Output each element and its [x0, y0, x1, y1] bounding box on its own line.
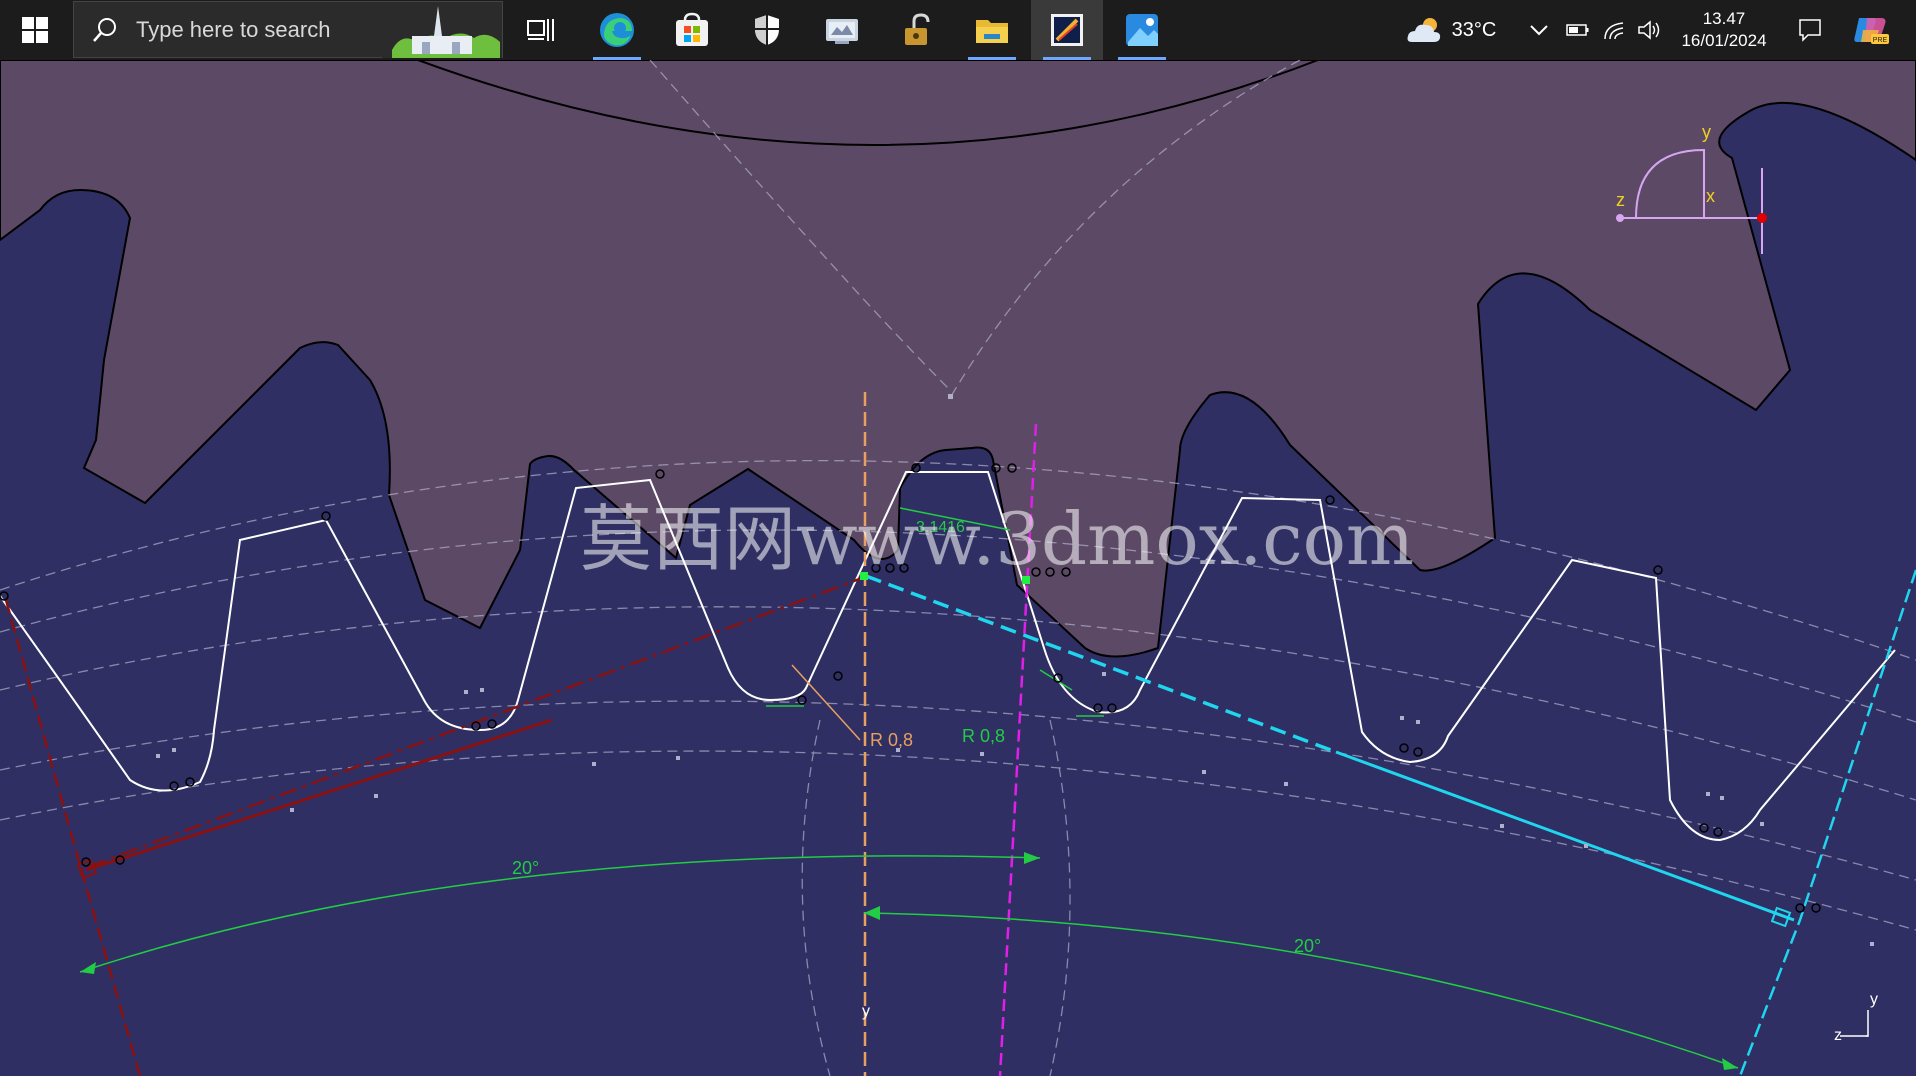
- lock-app-icon: [905, 13, 930, 45]
- copilot-button[interactable]: PRE: [1848, 0, 1894, 60]
- task-view-icon: [527, 19, 554, 41]
- radius-left-label[interactable]: R 0,8: [870, 730, 913, 750]
- task-view-button[interactable]: [505, 0, 577, 60]
- triad-y-label: y: [1702, 122, 1711, 142]
- photos-app-button[interactable]: [1106, 0, 1178, 60]
- file-explorer-icon: [976, 20, 1008, 43]
- clock-date: 16/01/2024: [1681, 31, 1767, 50]
- chevron-up-icon: [1530, 25, 1548, 36]
- photos-icon: [1126, 14, 1158, 46]
- battery-button[interactable]: [1564, 0, 1592, 60]
- start-button[interactable]: [0, 0, 70, 60]
- control-panel-app-button[interactable]: [806, 0, 878, 60]
- angle-right-label[interactable]: 20°: [1294, 936, 1321, 956]
- y-axis-label-viewport: y: [862, 1003, 870, 1020]
- network-button[interactable]: [1601, 0, 1629, 60]
- triad-z-label: z: [1616, 190, 1625, 210]
- file-explorer-app-button[interactable]: [956, 0, 1028, 60]
- volume-button[interactable]: [1635, 0, 1663, 60]
- lock-app-button[interactable]: [881, 0, 953, 60]
- search-input[interactable]: Type here to search: [73, 1, 503, 58]
- search-highlight-illustration-icon: [382, 2, 502, 58]
- clock[interactable]: 13.47 16/01/2024: [1670, 0, 1778, 60]
- speaker-icon: [1638, 20, 1660, 40]
- windows-logo-icon: [22, 17, 48, 43]
- triad-x-label: x: [1706, 186, 1715, 206]
- search-placeholder: Type here to search: [136, 16, 331, 42]
- angle-left-label[interactable]: 20°: [512, 858, 539, 878]
- cad-app-icon: [1051, 14, 1083, 46]
- svg-text:PRE: PRE: [1873, 37, 1888, 44]
- security-icon: [755, 15, 779, 45]
- store-app-button[interactable]: [656, 0, 728, 60]
- taskbar: Type here to search 33°C 13.47 16/01/202…: [0, 0, 1916, 60]
- search-icon: [93, 17, 116, 42]
- gear-drawing[interactable]: 3.1416 R 0,8 R 0,8 20° 20° y 莫西网www.3dmo…: [0, 60, 1916, 1076]
- copilot-icon: PRE: [1854, 18, 1889, 44]
- security-app-button[interactable]: [731, 0, 803, 60]
- wifi-icon: [1604, 22, 1624, 40]
- weather-widget[interactable]: 33°C: [1396, 0, 1506, 60]
- corner-y-label: y: [1870, 991, 1878, 1008]
- battery-icon: [1566, 24, 1589, 36]
- notifications-button[interactable]: [1790, 0, 1830, 60]
- cad-viewport[interactable]: 3.1416 R 0,8 R 0,8 20° 20° y 莫西网www.3dmo…: [0, 60, 1916, 1076]
- cad-app-button[interactable]: [1031, 0, 1103, 60]
- watermark: 莫西网www.3dmox.com: [580, 497, 1414, 581]
- notification-icon: [1799, 19, 1821, 42]
- corner-z-label: z: [1834, 1027, 1842, 1044]
- edge-app-button[interactable]: [581, 0, 653, 60]
- clock-time: 13.47: [1702, 9, 1746, 28]
- radius-right-label[interactable]: R 0,8: [962, 726, 1005, 746]
- control-panel-icon: [826, 19, 858, 44]
- show-hidden-icons-button[interactable]: [1528, 0, 1550, 60]
- cloud-sun-icon: [1407, 18, 1440, 42]
- edge-icon: [600, 13, 634, 47]
- store-icon: [676, 12, 708, 46]
- weather-temp: 33°C: [1451, 18, 1497, 41]
